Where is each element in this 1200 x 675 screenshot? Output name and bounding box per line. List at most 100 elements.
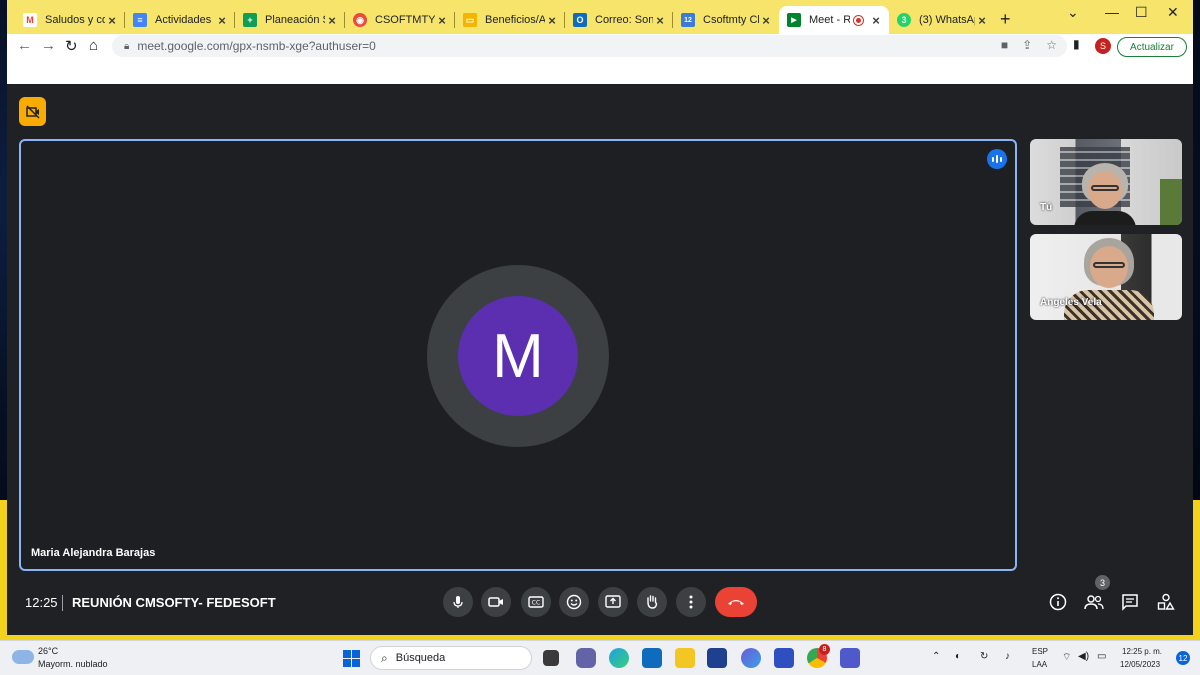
hand-icon — [647, 595, 658, 609]
leave-call-button[interactable] — [715, 587, 757, 617]
more-options-button[interactable] — [676, 587, 706, 617]
teams-icon[interactable] — [840, 648, 860, 668]
tab-meet[interactable]: ▶ Meet - REU × — [779, 6, 889, 34]
participants-button[interactable] — [1084, 592, 1104, 612]
close-icon[interactable]: × — [545, 13, 559, 28]
main-video-tile[interactable]: M Maria Alejandra Barajas — [19, 139, 1017, 571]
chevron-up-icon[interactable]: ⌃ — [932, 651, 940, 662]
info-icon — [1049, 593, 1067, 611]
file-explorer-icon[interactable] — [675, 648, 695, 668]
search-placeholder: Búsqueda — [395, 652, 446, 664]
tab-title: Meet - REU — [809, 14, 850, 26]
reload-button[interactable]: ↻ — [65, 37, 78, 55]
tab-whatsapp[interactable]: 3 (3) WhatsApp × — [889, 6, 995, 34]
clock-date[interactable]: 12/05/2023 — [1120, 660, 1160, 669]
emoji-icon — [566, 594, 582, 610]
clock-time[interactable]: 12:25 p. m. — [1122, 647, 1162, 656]
close-icon[interactable]: × — [975, 13, 989, 28]
more-vert-icon — [689, 595, 693, 609]
star-icon[interactable]: ☆ — [1046, 38, 1057, 52]
notification-badge[interactable]: 12 — [1176, 651, 1190, 665]
forward-button[interactable]: → — [41, 37, 56, 54]
cloud-icon[interactable] — [12, 650, 34, 664]
tab-outlook[interactable]: O Correo: Sonia T × — [565, 6, 673, 34]
edge-icon[interactable] — [609, 648, 629, 668]
share-icon[interactable]: ⇪ — [1022, 38, 1032, 52]
back-button[interactable]: ← — [17, 37, 32, 54]
side-panel-icon[interactable]: ▮ — [1073, 37, 1080, 51]
tab-title: CSOFTMTY — [375, 14, 435, 26]
participant-name: Tú — [1040, 202, 1053, 213]
tab-calendar[interactable]: 12 Csoftmty Clust × — [673, 6, 779, 34]
camera-off-icon[interactable] — [19, 97, 46, 126]
close-icon[interactable]: × — [759, 13, 773, 28]
keyboard-layout[interactable]: LAA — [1032, 660, 1047, 669]
close-icon[interactable]: × — [869, 13, 883, 28]
profile-avatar[interactable]: S — [1095, 38, 1111, 54]
participant-video-tile[interactable]: Angeles Vela — [1030, 234, 1182, 320]
camera-icon[interactable]: ■ — [1001, 38, 1008, 52]
task-view-icon[interactable] — [543, 650, 559, 666]
chrome-icon[interactable]: 8 — [807, 644, 830, 668]
weather-temperature[interactable]: 26°C — [38, 646, 58, 656]
mail-icon[interactable] — [642, 648, 662, 668]
windows-start-icon[interactable] — [343, 650, 360, 667]
camera-button[interactable] — [481, 587, 511, 617]
wifi-icon[interactable]: ⌔ — [1062, 651, 1071, 664]
close-icon[interactable]: × — [105, 13, 119, 28]
close-icon[interactable]: × — [215, 13, 229, 28]
speaking-indicator-icon — [987, 149, 1007, 169]
tab-slides[interactable]: ▭ Beneficios/Acti × — [455, 6, 565, 34]
participants-count-badge: 3 — [1095, 575, 1110, 590]
update-button[interactable]: Actualizar — [1117, 37, 1187, 57]
microphone-icon — [453, 596, 463, 608]
app-icon[interactable] — [774, 648, 794, 668]
microphone-button[interactable] — [443, 587, 473, 617]
activities-button[interactable] — [1156, 592, 1176, 612]
search-icon: ⌕ — [381, 650, 388, 665]
sheets-icon: + — [243, 13, 257, 27]
raise-hand-button[interactable] — [637, 587, 667, 617]
captions-button[interactable]: CC — [521, 587, 551, 617]
volume-icon[interactable]: ◀︎) — [1078, 651, 1089, 662]
calendar-icon: 12 — [681, 13, 695, 27]
chat-icon — [1122, 594, 1138, 611]
tab-gmail[interactable]: M Saludos y conf × — [15, 6, 125, 34]
self-video-tile[interactable]: Tú — [1030, 139, 1182, 225]
minimize-button[interactable]: — — [1105, 4, 1119, 20]
close-icon[interactable]: × — [435, 13, 449, 28]
new-tab-button[interactable]: + — [1000, 9, 1011, 30]
close-window-button[interactable]: ✕ — [1167, 4, 1179, 21]
close-icon[interactable]: × — [325, 13, 339, 28]
copilot-icon[interactable] — [741, 648, 761, 668]
store-icon[interactable] — [707, 648, 727, 668]
home-button[interactable]: ⌂ — [89, 37, 98, 54]
address-bar[interactable]: 🔒︎ meet.google.com/gpx-nsmb-xge?authuser… — [112, 35, 1067, 57]
taskbar-search[interactable]: ⌕ Búsqueda — [370, 646, 532, 670]
tab-title: Planeación Sem — [265, 14, 325, 26]
present-button[interactable] — [598, 587, 628, 617]
docs-icon: ≡ — [133, 13, 147, 27]
maximize-button[interactable]: ☐ — [1135, 4, 1148, 21]
battery-icon[interactable]: ▭ — [1097, 651, 1106, 662]
chrome-badge: 8 — [819, 644, 830, 655]
tab-title: Beneficios/Acti — [485, 14, 545, 26]
chevron-down-icon[interactable]: ⌄ — [1067, 4, 1079, 21]
tab-csoftmty[interactable]: ◉ CSOFTMTY × — [345, 6, 455, 34]
tab-sheets[interactable]: + Planeación Sem × — [235, 6, 345, 34]
meeting-details-button[interactable] — [1048, 592, 1068, 612]
chat-button[interactable] — [1120, 592, 1140, 612]
tab-docs[interactable]: ≡ Actividades Inn × — [125, 6, 235, 34]
sync-icon[interactable]: ↻ — [980, 651, 988, 662]
tab-title: Actividades Inn — [155, 14, 215, 26]
input-language[interactable]: ESP — [1032, 647, 1048, 656]
weather-description[interactable]: Mayorm. nublado — [38, 659, 108, 669]
participant-name: Angeles Vela — [1040, 297, 1102, 308]
network-status-icon[interactable]: ◐ — [955, 651, 961, 662]
teams-chat-icon[interactable] — [576, 648, 596, 668]
microphone-icon[interactable]: ♪ — [1005, 651, 1010, 662]
slides-icon: ▭ — [463, 13, 477, 27]
present-screen-icon — [605, 595, 621, 608]
reactions-button[interactable] — [559, 587, 589, 617]
close-icon[interactable]: × — [653, 13, 667, 28]
